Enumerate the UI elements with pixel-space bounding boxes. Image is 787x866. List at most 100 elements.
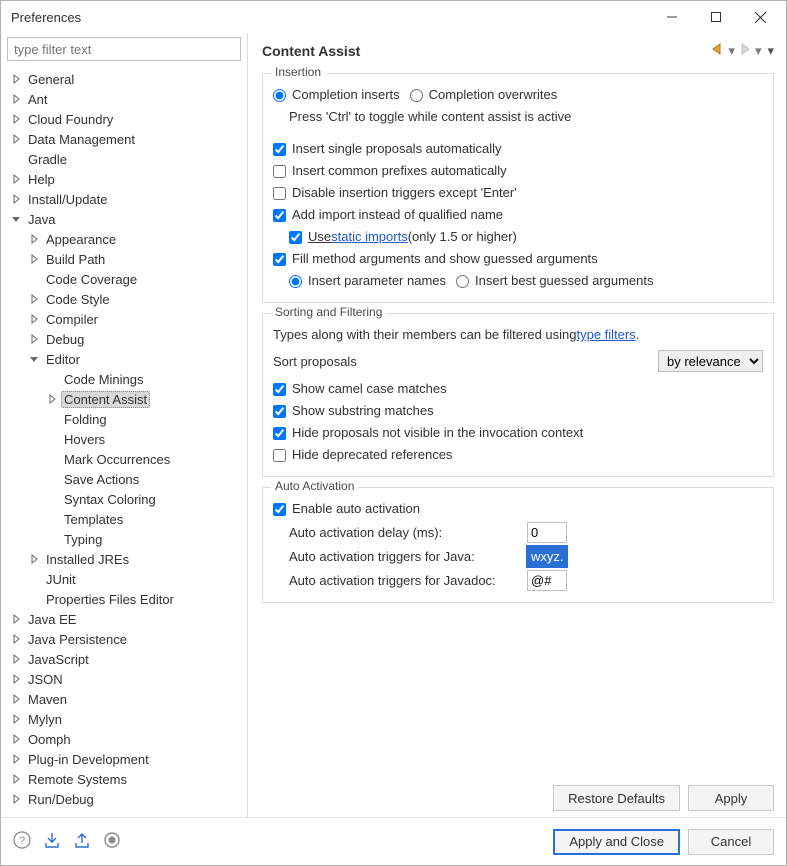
minimize-button[interactable] xyxy=(650,3,694,31)
tree-item-installed-jres[interactable]: Installed JREs xyxy=(1,549,247,569)
maximize-button[interactable] xyxy=(694,3,738,31)
chevron-right-icon[interactable] xyxy=(9,712,23,726)
cb-disable-triggers[interactable] xyxy=(273,187,286,200)
auto-triggers-java-input[interactable] xyxy=(527,546,567,567)
export-icon[interactable] xyxy=(73,831,91,852)
tree-item-mylyn[interactable]: Mylyn xyxy=(1,709,247,729)
tree-item-help[interactable]: Help xyxy=(1,169,247,189)
preferences-tree[interactable]: GeneralAntCloud FoundryData ManagementGr… xyxy=(1,67,247,817)
tree-item-code-coverage[interactable]: Code Coverage xyxy=(1,269,247,289)
cb-hide-deprecated[interactable] xyxy=(273,449,286,462)
chevron-right-icon[interactable] xyxy=(27,312,41,326)
forward-icon[interactable] xyxy=(737,43,753,59)
tree-item-java[interactable]: Java xyxy=(1,209,247,229)
chevron-right-icon[interactable] xyxy=(27,552,41,566)
back-icon[interactable] xyxy=(710,43,726,59)
restore-defaults-button[interactable]: Restore Defaults xyxy=(553,785,680,811)
chevron-right-icon[interactable] xyxy=(45,392,59,406)
tree-item-code-minings[interactable]: Code Minings xyxy=(1,369,247,389)
chevron-right-icon[interactable] xyxy=(9,612,23,626)
tree-item-java-ee[interactable]: Java EE xyxy=(1,609,247,629)
chevron-right-icon[interactable] xyxy=(9,72,23,86)
tree-item-editor[interactable]: Editor xyxy=(1,349,247,369)
tree-item-hovers[interactable]: Hovers xyxy=(1,429,247,449)
chevron-right-icon[interactable] xyxy=(9,132,23,146)
tree-item-ant[interactable]: Ant xyxy=(1,89,247,109)
tree-item-compiler[interactable]: Compiler xyxy=(1,309,247,329)
apply-and-close-button[interactable]: Apply and Close xyxy=(553,829,680,855)
tree-item-typing[interactable]: Typing xyxy=(1,529,247,549)
cb-use-static-imports[interactable] xyxy=(289,231,302,244)
auto-delay-input[interactable] xyxy=(527,522,567,543)
chevron-down-icon[interactable] xyxy=(9,212,23,226)
cb-fill-method[interactable] xyxy=(273,253,286,266)
chevron-right-icon[interactable] xyxy=(9,632,23,646)
chevron-right-icon[interactable] xyxy=(9,772,23,786)
tree-item-plug-in-development[interactable]: Plug-in Development xyxy=(1,749,247,769)
close-button[interactable] xyxy=(738,3,782,31)
tree-item-json[interactable]: JSON xyxy=(1,669,247,689)
cancel-button[interactable]: Cancel xyxy=(688,829,774,855)
cb-single-proposals[interactable] xyxy=(273,143,286,156)
chevron-right-icon[interactable] xyxy=(9,752,23,766)
tree-item-templates[interactable]: Templates xyxy=(1,509,247,529)
tree-item-gradle[interactable]: Gradle xyxy=(1,149,247,169)
tree-item-code-style[interactable]: Code Style xyxy=(1,289,247,309)
tree-item-save-actions[interactable]: Save Actions xyxy=(1,469,247,489)
tree-item-debug[interactable]: Debug xyxy=(1,329,247,349)
tree-item-maven[interactable]: Maven xyxy=(1,689,247,709)
chevron-right-icon[interactable] xyxy=(27,292,41,306)
radio-completion-overwrites[interactable] xyxy=(410,89,423,102)
oomph-record-icon[interactable] xyxy=(103,831,121,852)
tree-item-syntax-coloring[interactable]: Syntax Coloring xyxy=(1,489,247,509)
tree-item-cloud-foundry[interactable]: Cloud Foundry xyxy=(1,109,247,129)
menu-dropdown-icon[interactable]: ▾ xyxy=(767,43,774,59)
tree-item-junit[interactable]: JUnit xyxy=(1,569,247,589)
tree-item-install-update[interactable]: Install/Update xyxy=(1,189,247,209)
chevron-right-icon[interactable] xyxy=(9,172,23,186)
cb-camel[interactable] xyxy=(273,383,286,396)
tree-item-properties-files-editor[interactable]: Properties Files Editor xyxy=(1,589,247,609)
cb-hide-not-visible[interactable] xyxy=(273,427,286,440)
tree-item-appearance[interactable]: Appearance xyxy=(1,229,247,249)
cb-enable-auto[interactable] xyxy=(273,503,286,516)
tree-item-folding[interactable]: Folding xyxy=(1,409,247,429)
chevron-right-icon[interactable] xyxy=(9,792,23,806)
radio-insert-best-guess[interactable] xyxy=(456,275,469,288)
chevron-right-icon[interactable] xyxy=(9,192,23,206)
auto-triggers-javadoc-input[interactable] xyxy=(527,570,567,591)
apply-button[interactable]: Apply xyxy=(688,785,774,811)
back-dropdown-icon[interactable]: ▾ xyxy=(728,43,735,59)
cb-common-prefixes[interactable] xyxy=(273,165,286,178)
chevron-right-icon[interactable] xyxy=(27,232,41,246)
import-icon[interactable] xyxy=(43,831,61,852)
tree-item-general[interactable]: General xyxy=(1,69,247,89)
radio-insert-param-names[interactable] xyxy=(289,275,302,288)
sort-proposals-select[interactable]: by relevance xyxy=(658,350,763,372)
cb-substring[interactable] xyxy=(273,405,286,418)
cb-add-import[interactable] xyxy=(273,209,286,222)
tree-item-run-debug[interactable]: Run/Debug xyxy=(1,789,247,809)
tree-item-build-path[interactable]: Build Path xyxy=(1,249,247,269)
tree-item-oomph[interactable]: Oomph xyxy=(1,729,247,749)
radio-completion-inserts[interactable] xyxy=(273,89,286,102)
chevron-right-icon[interactable] xyxy=(27,332,41,346)
forward-dropdown-icon[interactable]: ▾ xyxy=(755,43,762,59)
chevron-right-icon[interactable] xyxy=(27,252,41,266)
tree-item-data-management[interactable]: Data Management xyxy=(1,129,247,149)
chevron-right-icon[interactable] xyxy=(9,732,23,746)
type-filters-link[interactable]: type filters xyxy=(577,326,636,344)
help-icon[interactable]: ? xyxy=(13,831,31,852)
tree-item-java-persistence[interactable]: Java Persistence xyxy=(1,629,247,649)
chevron-right-icon[interactable] xyxy=(9,92,23,106)
chevron-right-icon[interactable] xyxy=(9,672,23,686)
chevron-down-icon[interactable] xyxy=(27,352,41,366)
filter-input[interactable] xyxy=(7,37,241,61)
chevron-right-icon[interactable] xyxy=(9,652,23,666)
chevron-right-icon[interactable] xyxy=(9,112,23,126)
chevron-right-icon[interactable] xyxy=(9,692,23,706)
tree-item-content-assist[interactable]: Content Assist xyxy=(1,389,247,409)
tree-item-javascript[interactable]: JavaScript xyxy=(1,649,247,669)
tree-item-remote-systems[interactable]: Remote Systems xyxy=(1,769,247,789)
static-imports-link[interactable]: static imports xyxy=(331,228,408,246)
